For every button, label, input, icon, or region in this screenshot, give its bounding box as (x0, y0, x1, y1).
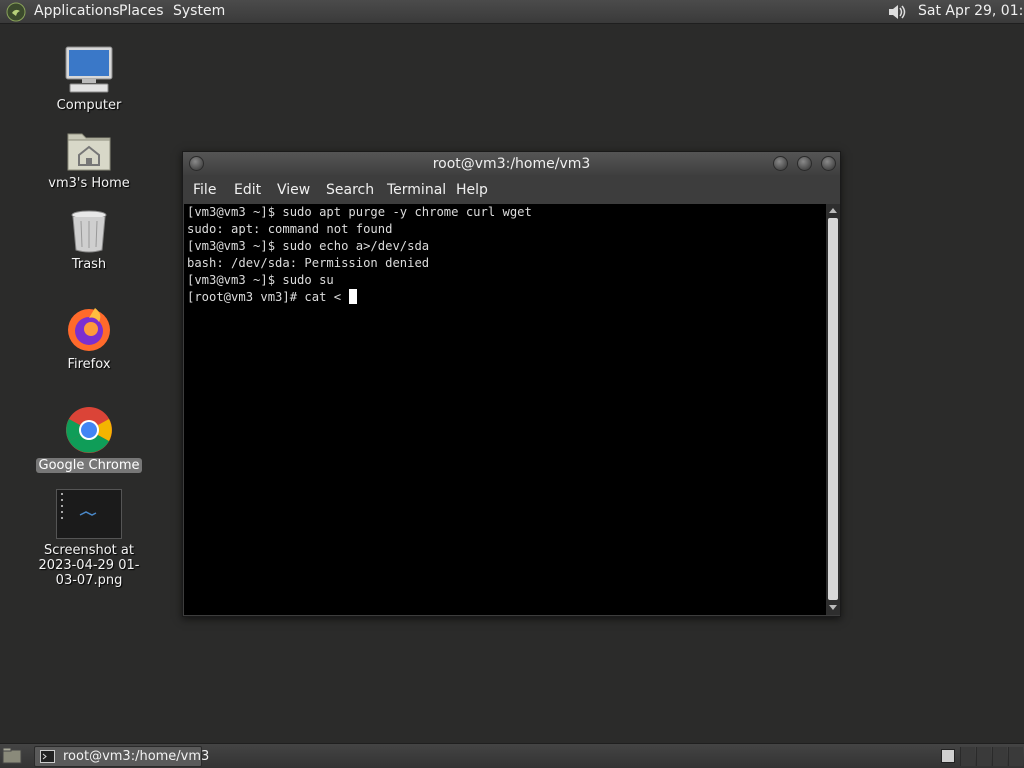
desktop-icon-label: Google Chrome (35, 458, 143, 473)
desktop-icon-trash[interactable]: Trash (34, 209, 144, 272)
terminal-prompt: [root@vm3 vm3]# cat < (187, 290, 349, 304)
bottom-panel: root@vm3:/home/vm3 (0, 743, 1024, 768)
menu-search[interactable]: Search (326, 182, 374, 198)
maximize-icon[interactable] (797, 156, 812, 171)
desktop-icon-computer[interactable]: Computer (34, 46, 144, 113)
minimize-icon[interactable] (773, 156, 788, 171)
desktop-icon-firefox[interactable]: Firefox (34, 305, 144, 372)
gnome-foot-icon[interactable] (6, 2, 26, 22)
desktop-icon-screenshot[interactable]: Screenshot at 2023-04-29 01-03-07.png (30, 489, 148, 588)
menu-edit[interactable]: Edit (234, 182, 261, 198)
menu-help[interactable]: Help (456, 182, 488, 198)
home-folder-icon (67, 133, 111, 171)
workspace-3[interactable] (992, 747, 1007, 766)
terminal-window[interactable]: root@vm3:/home/vm3 File Edit View Search… (182, 151, 841, 617)
workspace-1[interactable] (960, 747, 975, 766)
terminal-line: [vm3@vm3 ~]$ sudo apt purge -y chrome cu… (187, 205, 532, 219)
show-desktop-icon[interactable] (2, 747, 22, 765)
terminal-prompt-line[interactable]: [root@vm3 vm3]# cat < (187, 289, 826, 306)
workspace-indicator[interactable] (941, 749, 955, 763)
top-panel: Applications Places System Sat Apr 29, 0… (0, 0, 1024, 24)
terminal-line: sudo: apt: command not found (187, 222, 393, 236)
image-file-icon (56, 489, 122, 539)
workspace-4[interactable] (1008, 747, 1023, 766)
desktop-icon-label: Computer (56, 98, 122, 113)
terminal-icon (40, 750, 55, 763)
desktop-icon-chrome[interactable]: Google Chrome (34, 406, 144, 473)
menu-terminal[interactable]: Terminal (387, 182, 446, 198)
workspace-switcher[interactable] (960, 747, 1023, 766)
desktop-icon-home[interactable]: vm3's Home (34, 128, 144, 191)
taskbar-item-terminal[interactable]: root@vm3:/home/vm3 (34, 746, 209, 767)
terminal-line: [vm3@vm3 ~]$ sudo su (187, 273, 334, 287)
menu-applications[interactable]: Applications (34, 3, 120, 19)
scroll-down-icon[interactable] (829, 605, 837, 610)
volume-icon[interactable] (886, 2, 908, 22)
terminal-menubar: File Edit View Search Terminal Help (183, 176, 840, 204)
menu-system[interactable]: System (173, 3, 225, 19)
clock[interactable]: Sat Apr 29, 01:03 (918, 3, 1024, 19)
menu-view[interactable]: View (277, 182, 310, 198)
desktop-icon-label: vm3's Home (48, 176, 130, 191)
desktop-icon-label: Trash (71, 257, 107, 272)
close-icon[interactable] (821, 156, 836, 171)
taskbar-item-label: root@vm3:/home/vm3 (63, 749, 210, 764)
terminal-line: bash: /dev/sda: Permission denied (187, 256, 430, 270)
computer-icon (65, 46, 113, 93)
menu-places[interactable]: Places (119, 3, 164, 19)
chrome-icon (66, 407, 112, 453)
text-cursor (349, 289, 358, 304)
trash-icon (71, 210, 107, 253)
desktop-icon-label: Screenshot at 2023-04-29 01-03-07.png (38, 543, 140, 588)
desktop-icon-label: Firefox (67, 357, 111, 372)
scroll-thumb[interactable] (828, 218, 838, 600)
window-title: root@vm3:/home/vm3 (432, 156, 591, 172)
workspace-2[interactable] (976, 747, 991, 766)
firefox-icon (68, 308, 110, 351)
window-titlebar[interactable]: root@vm3:/home/vm3 (183, 152, 840, 175)
scroll-up-icon[interactable] (829, 208, 837, 213)
terminal-line: [vm3@vm3 ~]$ sudo echo a>/dev/sda (187, 239, 430, 253)
terminal-output[interactable]: [vm3@vm3 ~]$ sudo apt purge -y chrome cu… (184, 204, 826, 615)
terminal-scrollbar[interactable] (826, 204, 840, 615)
menu-file[interactable]: File (193, 182, 216, 198)
